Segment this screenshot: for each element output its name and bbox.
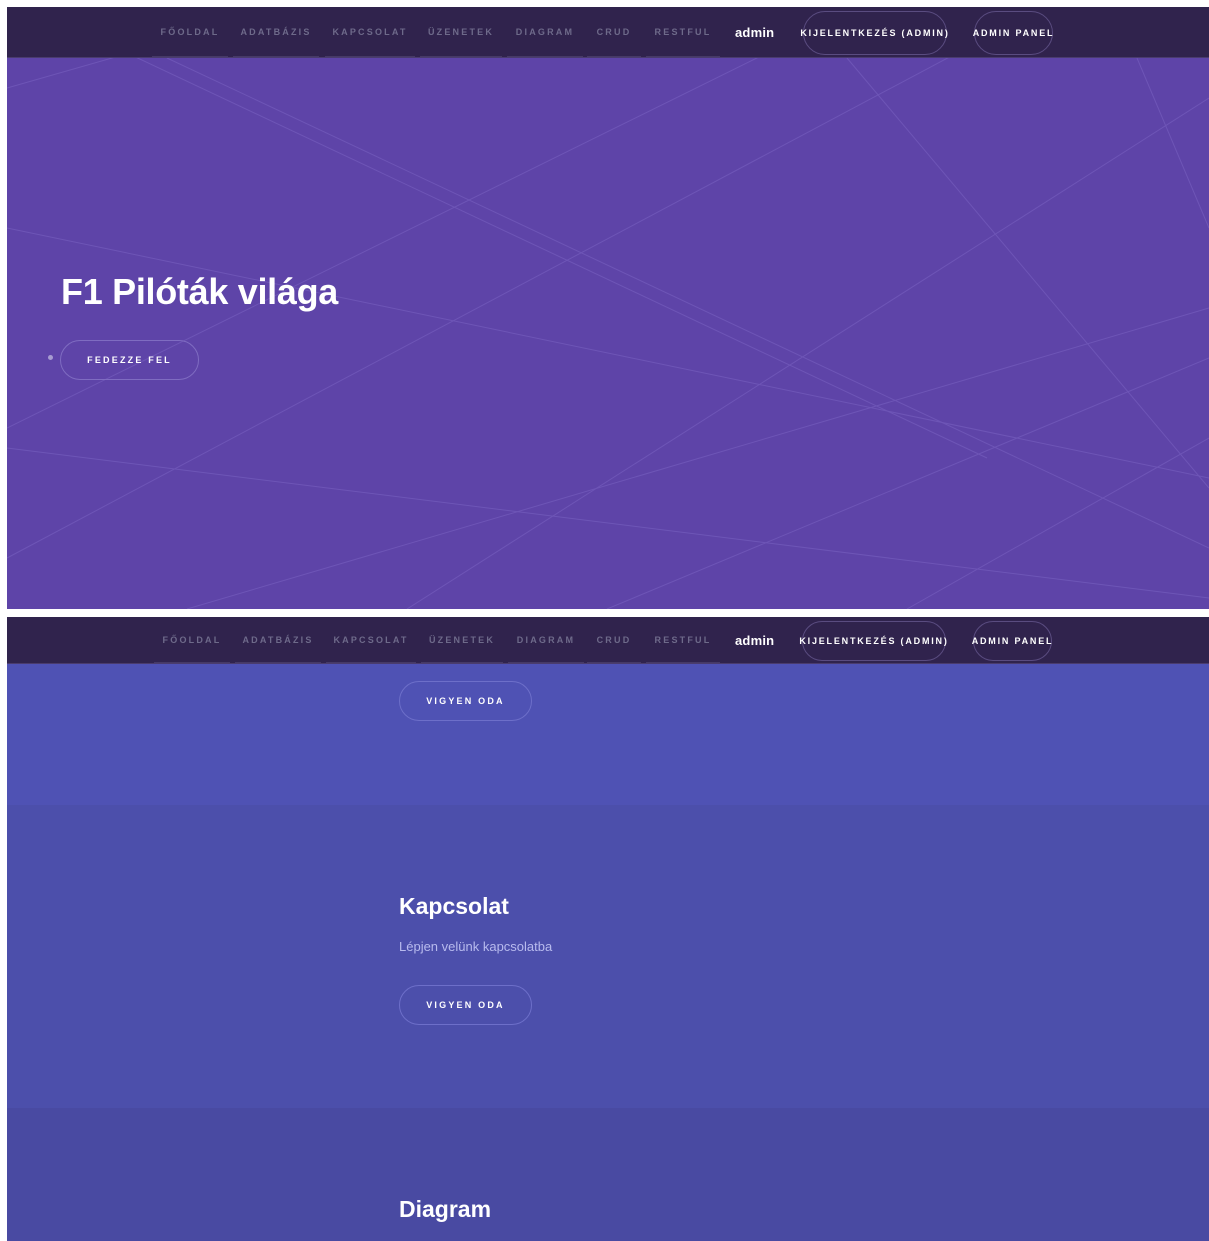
section-contact: Kapcsolat Lépjen velünk kapcsolatba Vigy…: [7, 805, 1209, 1108]
nav-item-contact[interactable]: Kapcsolat: [326, 617, 416, 663]
sections-screenshot: Vigyen oda Kapcsolat Lépjen velünk kapcs…: [7, 617, 1209, 1241]
nav-item-crud[interactable]: CRUD: [587, 7, 641, 57]
section-previous: Vigyen oda: [7, 664, 1209, 805]
nav-item-restful[interactable]: RESTful: [646, 7, 720, 57]
logout-button[interactable]: Kijelentkezés (admin): [800, 11, 948, 55]
nav-item-database[interactable]: Adatbázis: [235, 617, 321, 663]
admin-panel-button[interactable]: Admin panel: [973, 11, 1053, 55]
nav-item-database[interactable]: Adatbázis: [233, 7, 319, 57]
top-navbar: Főoldal Adatbázis Kapcsolat Üzenetek Dia…: [7, 7, 1209, 58]
diagram-title: Diagram: [399, 1196, 492, 1222]
nav-item-messages[interactable]: Üzenetek: [421, 617, 503, 663]
nav-item-diagram[interactable]: Diagram: [507, 7, 583, 57]
nav-item-contact[interactable]: Kapcsolat: [325, 7, 415, 57]
hero-dot: [48, 355, 53, 360]
contact-description: Lépjen velünk kapcsolatba: [399, 939, 553, 954]
top-navbar-sticky: Főoldal Adatbázis Kapcsolat Üzenetek Dia…: [7, 617, 1209, 664]
explore-button[interactable]: Fedezze fel: [60, 340, 199, 380]
hero-title: F1 Pilóták világa: [61, 271, 339, 312]
contact-title: Kapcsolat: [399, 893, 509, 919]
section-diagram: Diagram: [7, 1108, 1209, 1241]
nav-item-crud[interactable]: CRUD: [587, 617, 641, 663]
nav-item-diagram[interactable]: Diagram: [508, 617, 584, 663]
nav-item-home[interactable]: Főoldal: [152, 7, 228, 57]
contact-go-there-button[interactable]: Vigyen oda: [399, 985, 532, 1025]
nav-item-home[interactable]: Főoldal: [154, 617, 230, 663]
go-there-button[interactable]: Vigyen oda: [399, 681, 532, 721]
logout-button[interactable]: Kijelentkezés (admin): [799, 621, 947, 661]
nav-item-messages[interactable]: Üzenetek: [420, 7, 502, 57]
hero-screenshot: Főoldal Adatbázis Kapcsolat Üzenetek Dia…: [7, 7, 1209, 609]
nav-username: admin: [735, 24, 775, 40]
hero-background-lines: [7, 58, 1209, 609]
admin-panel-button[interactable]: Admin panel: [972, 621, 1052, 661]
nav-username: admin: [735, 632, 775, 648]
nav-item-restful[interactable]: RESTful: [646, 617, 720, 663]
